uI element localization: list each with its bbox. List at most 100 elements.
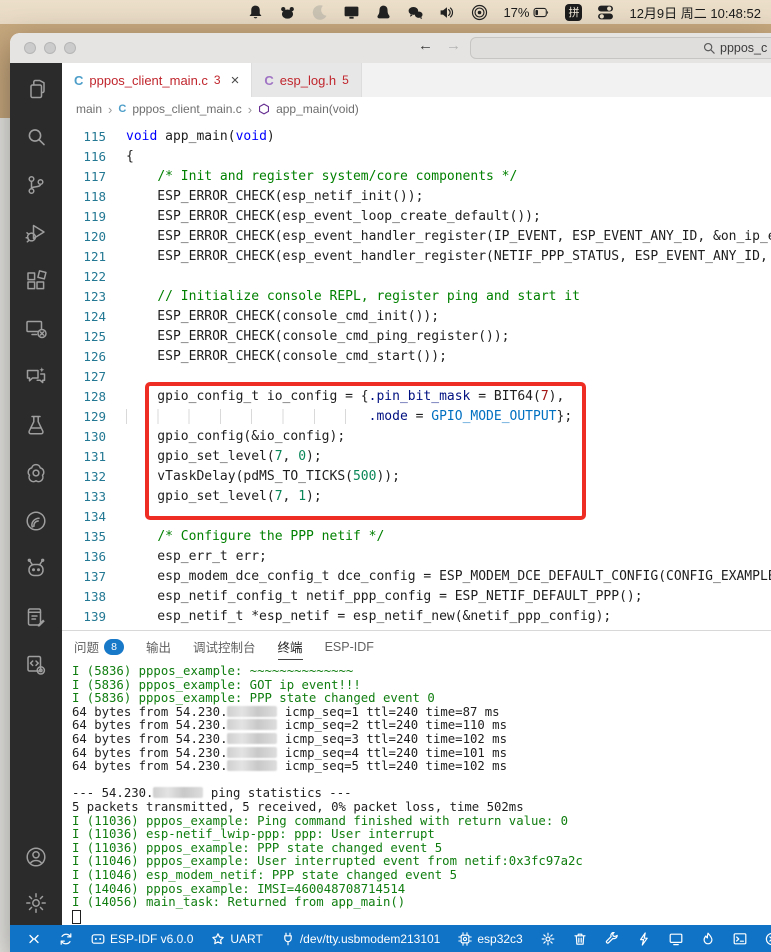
status-item-chip[interactable]: esp32c3 (451, 932, 529, 946)
code-text: /* Configure the PPP netif */ (126, 527, 771, 547)
activity-bar-espressif-icon[interactable] (24, 509, 48, 533)
activity-bar-extensions-icon[interactable] (24, 269, 48, 293)
breadcrumb-item[interactable]: app_main(void) (276, 102, 359, 116)
terminal-output[interactable]: I (5836) pppos_example: ~~~~~~~~~~~~~~I … (62, 660, 771, 925)
line-number: 120 (62, 227, 106, 247)
code-line-136[interactable]: 136 esp_err_t err; (62, 547, 771, 567)
panel-tab-问题[interactable]: 问题8 (74, 631, 124, 660)
panel-tab-label: 输出 (146, 637, 171, 656)
activity-bar-explorer-icon[interactable] (24, 77, 48, 101)
code-editor[interactable]: 115void app_main(void)116{117 /* Init an… (62, 121, 771, 630)
status-item-wrench[interactable] (598, 932, 626, 946)
activity-bar-notes-icon[interactable] (24, 605, 48, 629)
status-item-star[interactable]: UART (204, 932, 269, 946)
status-item-bolt[interactable] (630, 932, 658, 946)
penguin-icon[interactable] (375, 4, 392, 21)
code-line-127[interactable]: 127 (62, 367, 771, 387)
status-item-flame[interactable] (694, 932, 722, 946)
zoom-window-button[interactable] (64, 42, 76, 54)
code-line-126[interactable]: 126 ESP_ERROR_CHECK(console_cmd_start())… (62, 347, 771, 367)
code-line-138[interactable]: 138 esp_netif_config_t netif_ppp_config … (62, 587, 771, 607)
code-line-134[interactable]: 134 (62, 507, 771, 527)
panel-tab-ESP-IDF[interactable]: ESP-IDF (325, 631, 374, 660)
code-line-135[interactable]: 135 /* Configure the PPP netif */ (62, 527, 771, 547)
status-item-terminal[interactable] (726, 932, 754, 946)
activity-bar-source-control-icon[interactable] (24, 173, 48, 197)
line-number: 123 (62, 287, 106, 307)
panel-tab-调试控制台[interactable]: 调试控制台 (193, 631, 256, 660)
activity-bar-openai-icon[interactable] (24, 461, 48, 485)
panel-tab-输出[interactable]: 输出 (146, 631, 171, 660)
activity-bar-testing-icon[interactable] (24, 413, 48, 437)
code-line-124[interactable]: 124 ESP_ERROR_CHECK(console_cmd_init()); (62, 307, 771, 327)
status-item-cycle[interactable] (52, 932, 80, 946)
code-line-121[interactable]: 121 ESP_ERROR_CHECK(esp_event_handler_re… (62, 247, 771, 267)
status-item-espidf-logo[interactable]: ESP-IDF v6.0.0 (84, 932, 200, 946)
panel-tab-label: 调试控制台 (193, 637, 256, 656)
line-number: 122 (62, 267, 106, 287)
input-method-indicator[interactable]: 拼 (565, 4, 582, 21)
plug-icon (281, 932, 295, 946)
nav-back-button[interactable]: ← (418, 37, 433, 54)
battery-indicator[interactable]: 17% (503, 4, 550, 21)
airdrop-icon[interactable] (471, 4, 488, 21)
moon-icon[interactable] (311, 4, 328, 21)
code-line-119[interactable]: 119 ESP_ERROR_CHECK(esp_event_loop_creat… (62, 207, 771, 227)
close-tab-icon[interactable]: × (231, 72, 240, 89)
close-window-button[interactable] (24, 42, 36, 54)
minimize-window-button[interactable] (44, 42, 56, 54)
terminal-line (72, 910, 771, 924)
code-line-117[interactable]: 117 /* Init and register system/core com… (62, 167, 771, 187)
activity-bar-robot-icon[interactable] (24, 557, 48, 581)
activity-bar-code-config-icon[interactable] (24, 653, 48, 677)
code-line-128[interactable]: 128 gpio_config_t io_config = {.pin_bit_… (62, 387, 771, 407)
code-text: ESP_ERROR_CHECK(console_cmd_ping_registe… (126, 327, 771, 347)
terminal-line: 5 packets transmitted, 5 received, 0% pa… (72, 801, 771, 815)
code-line-123[interactable]: 123 // Initialize console REPL, register… (62, 287, 771, 307)
code-line-118[interactable]: 118 ESP_ERROR_CHECK(esp_netif_init()); (62, 187, 771, 207)
code-line-133[interactable]: 133 gpio_set_level(7, 1); (62, 487, 771, 507)
status-item-remote[interactable] (20, 932, 48, 946)
line-number: 121 (62, 247, 106, 267)
editor-tab-esp_log.h[interactable]: Cesp_log.h5 (252, 63, 361, 97)
status-item-plug[interactable]: /dev/tty.usbmodem213101 (274, 932, 448, 946)
panel-tab-终端[interactable]: 终端 (278, 631, 303, 660)
status-item-gear[interactable] (534, 932, 562, 946)
code-line-131[interactable]: 131 gpio_set_level(7, 0); (62, 447, 771, 467)
status-item-trash[interactable] (566, 932, 594, 946)
activity-bar-settings-gear-icon[interactable] (24, 891, 48, 915)
code-line-129[interactable]: 129 .mode = GPIO_MODE_OUTPUT}; (62, 407, 771, 427)
editor-tab-pppos_client_main.c[interactable]: Cpppos_client_main.c3× (62, 63, 252, 97)
file-type-icon: C (264, 73, 273, 88)
status-item-monitor[interactable] (662, 932, 690, 946)
code-line-122[interactable]: 122 (62, 267, 771, 287)
bell-icon[interactable] (247, 4, 264, 21)
code-line-132[interactable]: 132 vTaskDelay(pdMS_TO_TICKS(500)); (62, 467, 771, 487)
line-number: 133 (62, 487, 106, 507)
redacted-ip (227, 733, 277, 744)
activity-bar-remote-explorer-icon[interactable] (24, 317, 48, 341)
code-line-115[interactable]: 115void app_main(void) (62, 127, 771, 147)
code-line-139[interactable]: 139 esp_netif_t *esp_netif = esp_netif_n… (62, 607, 771, 627)
activity-bar-chat-icon[interactable] (24, 365, 48, 389)
code-line-130[interactable]: 130 gpio_config(&io_config); (62, 427, 771, 447)
wechat-icon[interactable] (407, 4, 424, 21)
status-item-circle-x[interactable] (758, 932, 771, 946)
terminal-line: I (14046) pppos_example: IMSI=4600487087… (72, 883, 771, 897)
cat-icon[interactable] (279, 4, 296, 21)
breadcrumb-item[interactable]: pppos_client_main.c (132, 102, 241, 116)
display-icon[interactable] (343, 4, 360, 21)
activity-bar-search-icon[interactable] (24, 125, 48, 149)
speaker-icon[interactable] (439, 4, 456, 21)
control-center-icon[interactable] (597, 4, 614, 21)
breadcrumb-item[interactable]: main (76, 102, 102, 116)
code-line-125[interactable]: 125 ESP_ERROR_CHECK(console_cmd_ping_reg… (62, 327, 771, 347)
code-line-137[interactable]: 137 esp_modem_dce_config_t dce_config = … (62, 567, 771, 587)
code-line-116[interactable]: 116{ (62, 147, 771, 167)
menu-bar-clock[interactable]: 12月9日 周二 10:48:52 (629, 3, 761, 22)
nav-forward-button[interactable]: → (446, 37, 461, 54)
code-line-120[interactable]: 120 ESP_ERROR_CHECK(esp_event_handler_re… (62, 227, 771, 247)
command-center-search[interactable]: pppos_c (470, 37, 771, 59)
activity-bar-run-debug-icon[interactable] (24, 221, 48, 245)
activity-bar-account-icon[interactable] (24, 845, 48, 869)
